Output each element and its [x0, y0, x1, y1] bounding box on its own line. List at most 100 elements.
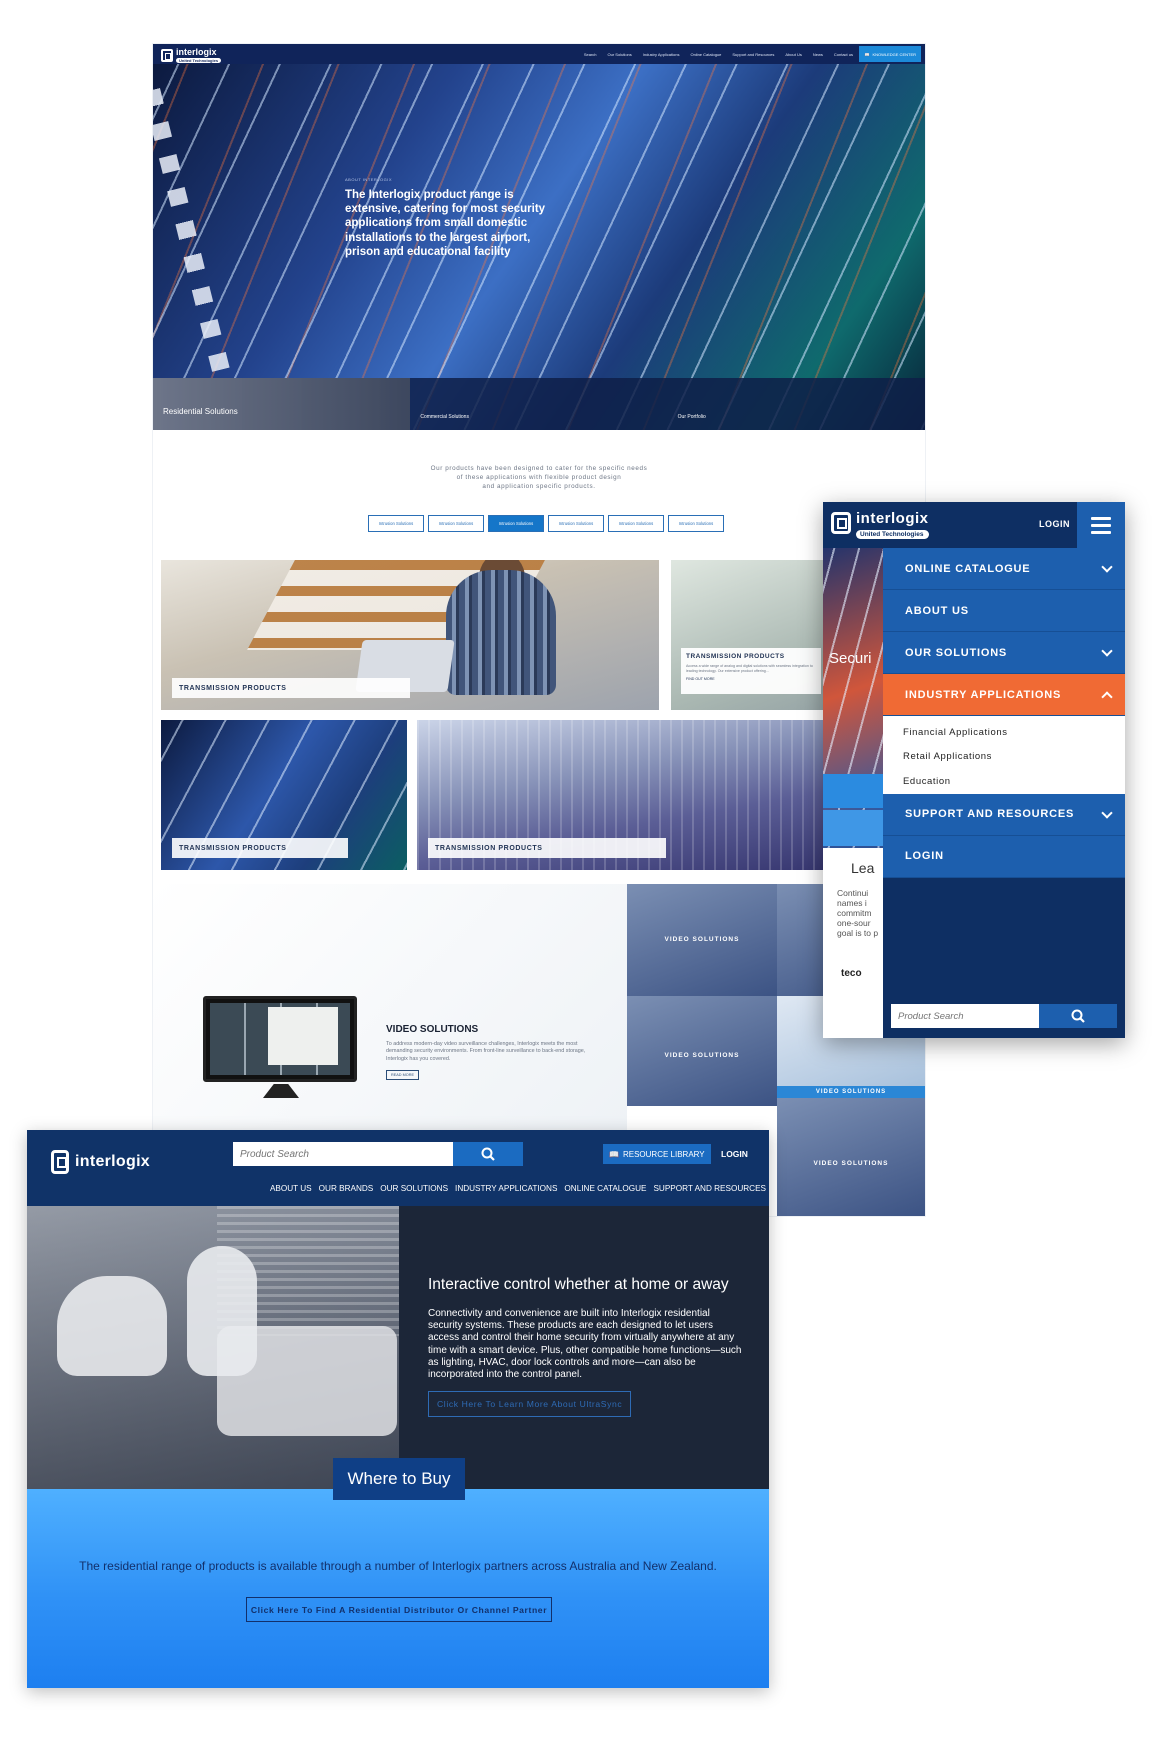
where-to-buy-text: The residential range of products is ava…	[79, 1559, 717, 1573]
tab-intrusion-5[interactable]: Intrusion Solutions	[608, 515, 664, 532]
find-distributor-button[interactable]: Click Here To Find A Residential Distrib…	[246, 1597, 552, 1622]
submenu-retail-applications[interactable]: Retail Applications	[883, 745, 1125, 770]
logo-text: interlogix	[176, 47, 217, 57]
tab-intrusion-3[interactable]: Intrusion Solutions	[488, 515, 544, 532]
resource-library-button[interactable]: 📖 RESOURCE LIBRARY	[603, 1144, 711, 1164]
nav-search[interactable]: Search	[584, 52, 597, 57]
residential-nav: ABOUT US OUR BRANDS OUR SOLUTIONS INDUST…	[270, 1184, 766, 1193]
hero-headline: The Interlogix product range is extensiv…	[345, 189, 546, 258]
submenu-education[interactable]: Education	[883, 769, 1125, 794]
mobile-nav-menu: ONLINE CATALOGUE ABOUT US OUR SOLUTIONS …	[883, 548, 1125, 1038]
mobile-login-link[interactable]: LOGIN	[1039, 519, 1070, 529]
nav-industry-applications[interactable]: INDUSTRY APPLICATIONS	[455, 1184, 557, 1193]
product-card-label: TRANSMISSION PRODUCTS	[428, 838, 666, 858]
search-icon[interactable]	[1039, 1004, 1117, 1028]
product-card-label: TRANSMISSION PRODUCTS	[172, 678, 410, 698]
nav-support-resources[interactable]: Support and Resources	[732, 52, 774, 57]
background-white-section	[823, 848, 883, 1038]
hero-banner: ABOUT INTERLOGIX The Interlogix product …	[153, 64, 925, 430]
logo-mark-icon	[161, 48, 173, 62]
tab-intrusion-6[interactable]: Intrusion Solutions	[668, 515, 724, 532]
tile-portfolio[interactable]: Our Portfolio	[667, 378, 925, 430]
product-card-study[interactable]: TRANSMISSION PRODUCTS	[161, 560, 659, 710]
ultrasync-button[interactable]: Click Here To Learn More About UltraSync	[428, 1391, 632, 1417]
knowledge-center-button[interactable]: 📖 KNOWLEDGE CENTER	[859, 46, 921, 62]
mobile-menu-screenshot: interlogix United Technologies LOGIN Sec…	[823, 502, 1125, 1038]
video-tile-1[interactable]: VIDEO SOLUTIONS	[627, 884, 777, 996]
video-strip-label[interactable]: VIDEO SOLUTIONS	[777, 1086, 925, 1098]
nav-online-catalogue[interactable]: ONLINE CATALOGUE	[564, 1184, 646, 1193]
solution-tabs: Intrusion Solutions Intrusion Solutions …	[368, 515, 724, 532]
search-icon[interactable]	[453, 1142, 523, 1166]
desktop-nav: Search Our Solutions Industry Applicatio…	[584, 44, 853, 64]
nav-contact-us[interactable]: Contact us	[834, 52, 853, 57]
hamburger-menu-icon[interactable]	[1077, 502, 1125, 548]
desktop-homepage-screenshot: interlogix United Technologies Search Ou…	[153, 44, 925, 1216]
mobile-logo[interactable]: interlogix United Technologies	[831, 510, 930, 539]
nav-support-resources[interactable]: SUPPORT AND RESOURCES	[653, 1184, 766, 1193]
residential-logo[interactable]: interlogix	[51, 1150, 150, 1174]
chevron-down-icon	[1101, 806, 1113, 819]
product-search-input[interactable]	[233, 1142, 453, 1166]
nav-online-catalogue[interactable]: Online Catalogue	[690, 52, 721, 57]
mobile-page-behind-menu	[823, 548, 883, 1038]
nav-our-solutions[interactable]: Our Solutions	[608, 52, 632, 57]
menu-support-resources[interactable]: SUPPORT AND RESOURCES	[883, 793, 1125, 836]
tab-intrusion-2[interactable]: Intrusion Solutions	[428, 515, 484, 532]
residential-login-link[interactable]: LOGIN	[721, 1149, 748, 1159]
nav-about-us[interactable]: About Us	[785, 52, 801, 57]
monitor-image	[203, 996, 357, 1082]
nav-our-solutions[interactable]: OUR SOLUTIONS	[380, 1184, 448, 1193]
chevron-up-icon	[1101, 691, 1113, 703]
read-more-button[interactable]: READ MORE	[386, 1070, 419, 1081]
desktop-header: interlogix United Technologies Search Ou…	[153, 44, 925, 64]
chevron-down-icon	[1101, 645, 1113, 657]
video-title: VIDEO SOLUTIONS	[386, 1024, 479, 1035]
menu-login[interactable]: LOGIN	[883, 835, 1125, 878]
nav-news[interactable]: News	[813, 52, 823, 57]
product-card-label: TRANSMISSION PRODUCTS	[172, 838, 348, 858]
book-icon: 📖	[609, 1149, 619, 1159]
logo-tag: United Technologies	[176, 58, 222, 63]
logo-mark-icon	[51, 1150, 69, 1174]
tile-residential[interactable]: Residential Solutions	[153, 378, 411, 430]
book-icon: 📖	[864, 51, 870, 57]
hero-tiles: Residential Solutions Commercial Solutio…	[153, 378, 925, 430]
interlogix-logo[interactable]: interlogix United Technologies	[161, 47, 222, 63]
submenu-financial-applications[interactable]: Financial Applications	[883, 720, 1125, 745]
nav-about-us[interactable]: ABOUT US	[270, 1184, 312, 1193]
background-heading: Securi	[829, 650, 872, 667]
mobile-header: interlogix United Technologies LOGIN	[823, 502, 1125, 548]
tab-intrusion-4[interactable]: Intrusion Solutions	[548, 515, 604, 532]
where-to-buy-section: The residential range of products is ava…	[27, 1489, 769, 1688]
person-image	[187, 1246, 257, 1376]
floorplan-image	[268, 1007, 338, 1065]
menu-about-us[interactable]: ABOUT US	[883, 590, 1125, 632]
logo-tag: United Technologies	[856, 530, 930, 539]
mobile-search-input[interactable]	[891, 1004, 1039, 1028]
nav-our-brands[interactable]: OUR BRANDS	[319, 1184, 374, 1193]
product-card-detail: TRANSMISSION PRODUCTS Access a wide rang…	[681, 648, 821, 694]
tile-commercial[interactable]: Commercial Solutions	[410, 378, 668, 430]
residential-info-panel: Interactive control whether at home or a…	[399, 1206, 769, 1489]
menu-industry-applications[interactable]: INDUSTRY APPLICATIONS	[883, 674, 1125, 716]
background-logo: teco	[841, 968, 862, 979]
where-to-buy-heading: Where to Buy	[333, 1458, 465, 1500]
find-out-more-link[interactable]: FIND OUT MORE	[686, 677, 816, 681]
background-label: VI	[823, 828, 824, 835]
hero-text: ABOUT INTERLOGIX The Interlogix product …	[345, 177, 550, 259]
menu-our-solutions[interactable]: OUR SOLUTIONS	[883, 632, 1125, 674]
tab-intrusion-1[interactable]: Intrusion Solutions	[368, 515, 424, 532]
menu-online-catalogue[interactable]: ONLINE CATALOGUE	[883, 548, 1125, 590]
logo-text: interlogix	[75, 1153, 151, 1170]
video-description: To address modern-day video surveillance…	[386, 1041, 586, 1062]
video-tile-3[interactable]: VIDEO SOLUTIONS	[627, 996, 777, 1106]
product-card-traffic[interactable]: TRANSMISSION PRODUCTS	[161, 720, 407, 870]
residential-page-screenshot: interlogix 📖 RESOURCE LIBRARY LOGIN ABOU…	[27, 1130, 769, 1688]
background-lead: Lea	[851, 860, 875, 876]
residential-title: Interactive control whether at home or a…	[428, 1276, 729, 1293]
video-tile-4[interactable]: VIDEO SOLUTIONS	[777, 1098, 925, 1216]
intro-text: Our products have been designed to cater…	[430, 465, 648, 490]
nav-industry-applications[interactable]: Industry Applications	[643, 52, 680, 57]
residential-search-bar	[233, 1142, 523, 1166]
